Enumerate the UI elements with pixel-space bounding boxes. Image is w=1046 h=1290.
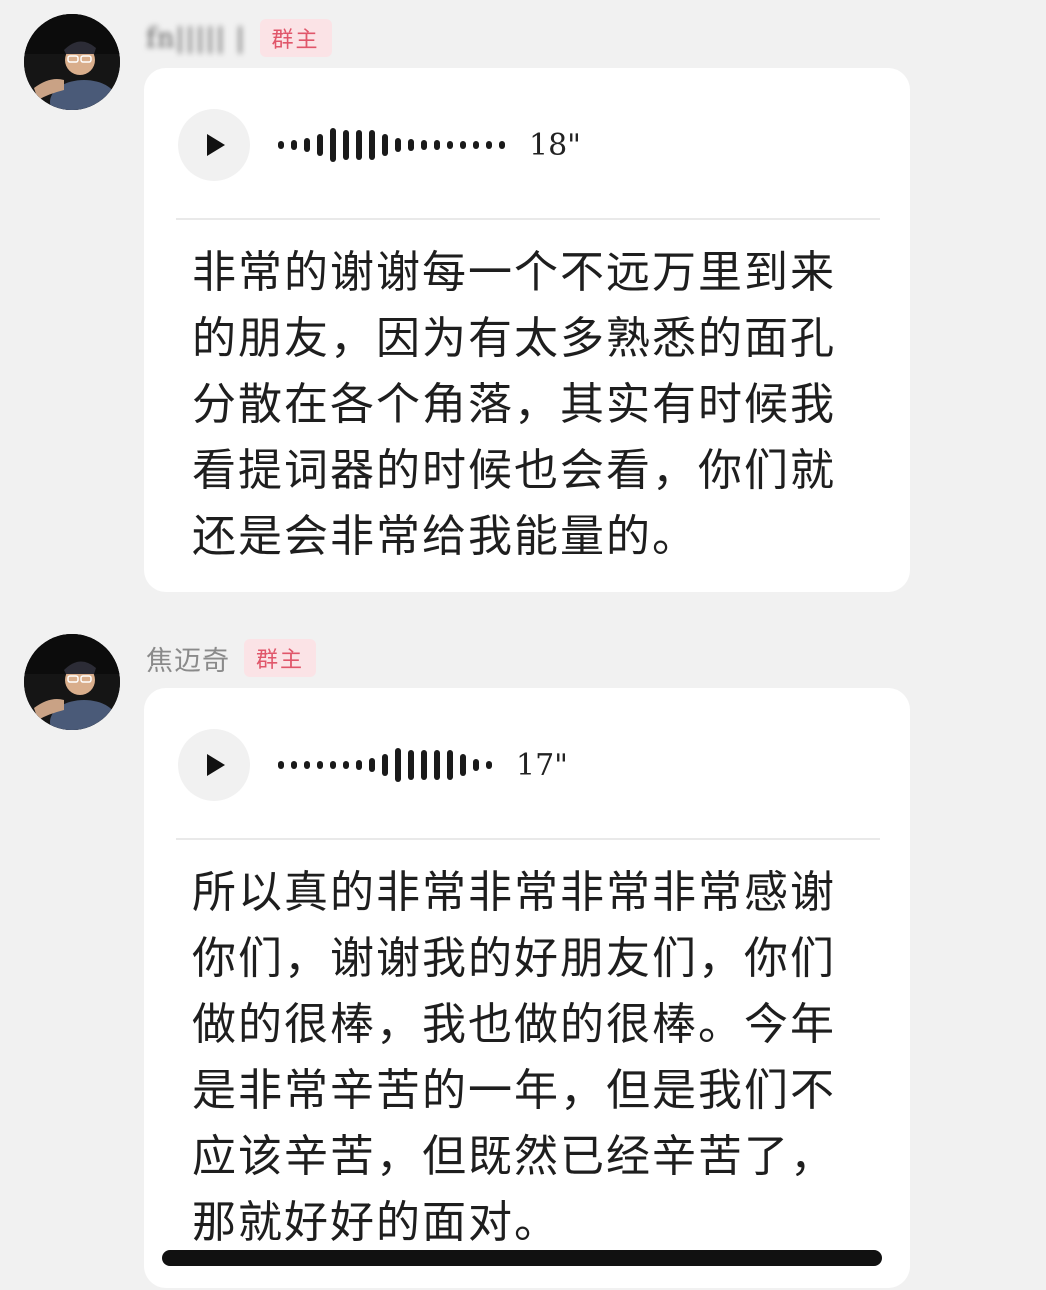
voice-waveform-icon bbox=[278, 125, 505, 165]
divider bbox=[176, 218, 880, 220]
voice-transcript: 所以真的非常非常非常非常感谢 你们，谢谢我的好朋友们，你们 做的很棒，我也做的很… bbox=[192, 867, 836, 1248]
group-owner-badge: 群主 bbox=[244, 639, 317, 677]
voice-message: 18" bbox=[178, 108, 581, 182]
voice-duration: 18" bbox=[529, 127, 581, 163]
play-button[interactable] bbox=[178, 109, 250, 181]
group-owner-badge: 群主 bbox=[259, 19, 332, 57]
divider bbox=[176, 838, 880, 840]
avatar[interactable] bbox=[24, 14, 120, 110]
play-icon bbox=[207, 754, 225, 776]
sender-header: fn||||| | 群主 bbox=[146, 19, 332, 57]
voice-message: 17" bbox=[178, 728, 568, 802]
voice-duration: 17" bbox=[516, 747, 568, 783]
message-bubble[interactable]: 18" 非常的谢谢每一个不远万里到来 的朋友，因为有太多熟悉的面孔 分散在各个角… bbox=[144, 68, 910, 592]
sender-name: 焦迈奇 bbox=[146, 645, 230, 677]
play-button[interactable] bbox=[178, 729, 250, 801]
play-icon bbox=[207, 134, 225, 156]
sender-header: 焦迈奇 群主 bbox=[146, 639, 317, 677]
avatar[interactable] bbox=[24, 634, 120, 730]
home-indicator[interactable] bbox=[162, 1250, 882, 1266]
message-bubble[interactable]: 17" 所以真的非常非常非常非常感谢 你们，谢谢我的好朋友们，你们 做的很棒，我… bbox=[144, 688, 910, 1288]
voice-waveform-icon bbox=[278, 745, 492, 785]
sender-name: fn||||| | bbox=[146, 22, 246, 54]
voice-transcript: 非常的谢谢每一个不远万里到来 的朋友，因为有太多熟悉的面孔 分散在各个角落，其实… bbox=[192, 247, 836, 562]
